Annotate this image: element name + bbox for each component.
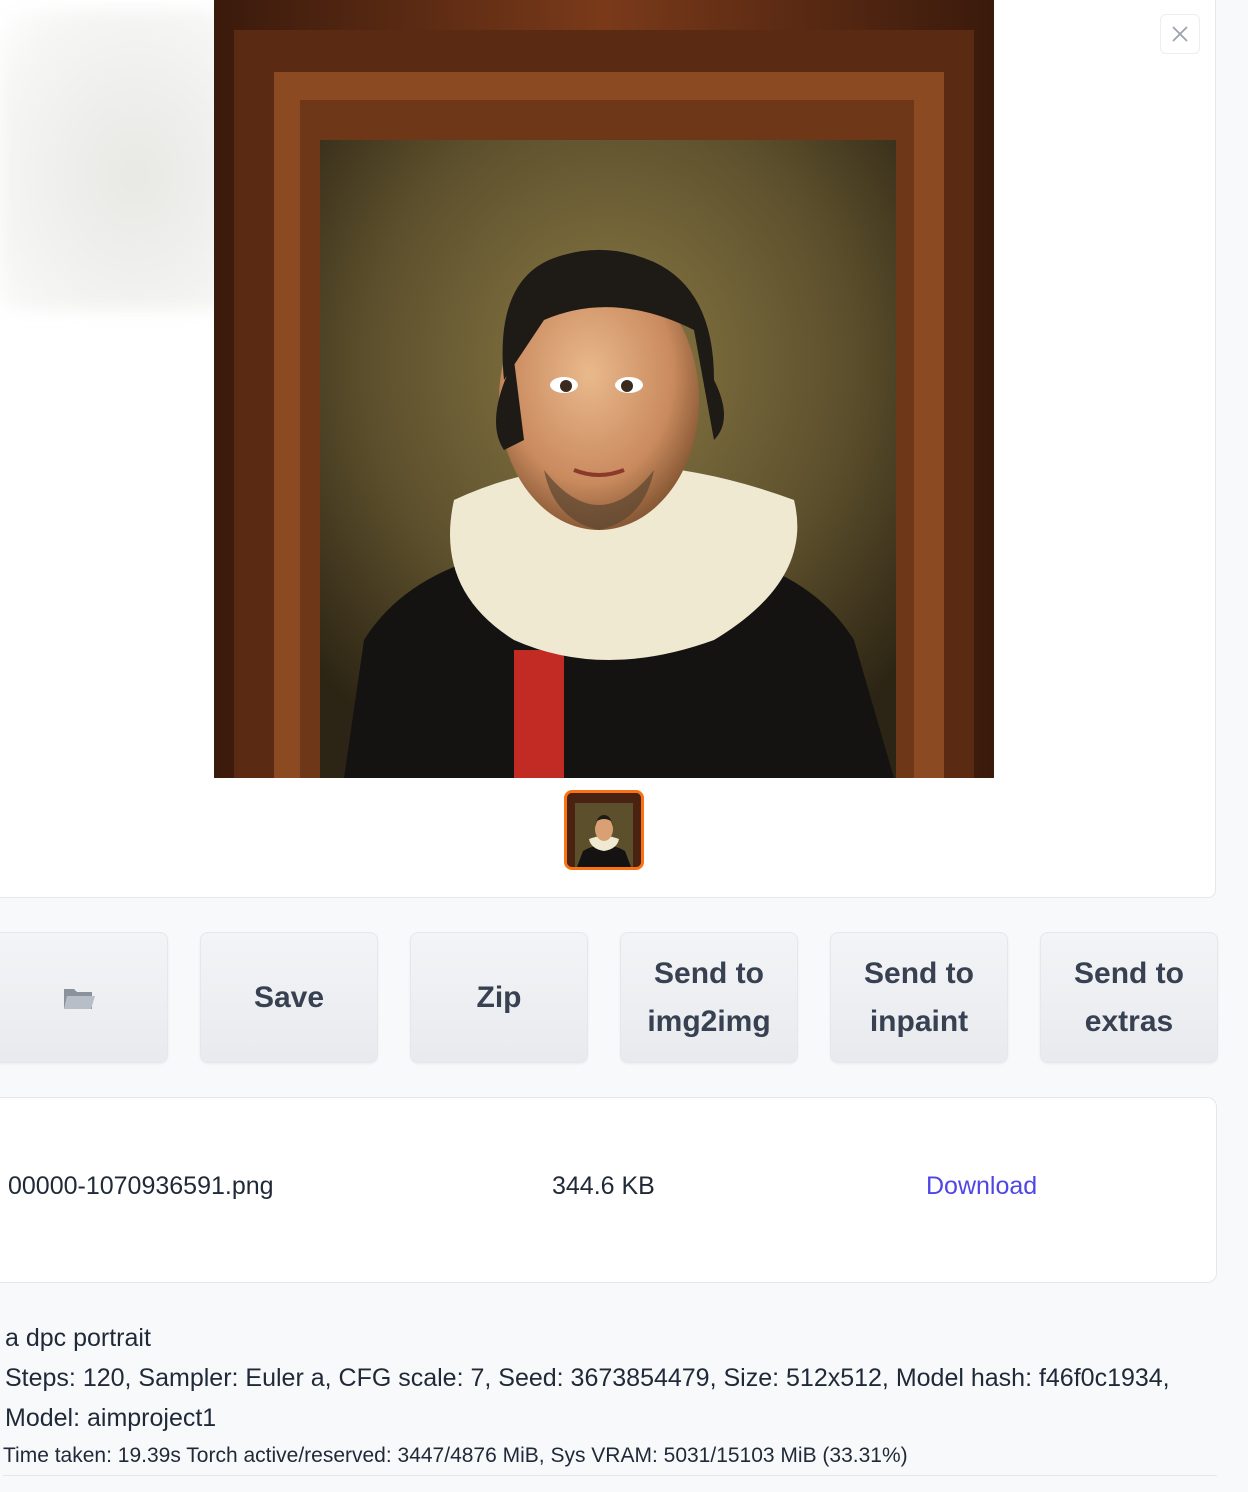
portrait-painting [214, 0, 994, 778]
send-to-img2img-label: Send to img2img [647, 956, 771, 1038]
save-button[interactable]: Save [200, 932, 378, 1063]
blurred-preview [0, 10, 225, 310]
send-to-extras-button[interactable]: Send to extras [1040, 932, 1218, 1063]
save-button-label: Save [253, 980, 325, 1014]
file-name: 00000-1070936591.png [8, 1172, 274, 1200]
open-folder-button[interactable] [0, 932, 168, 1063]
generation-params: Steps: 120, Sampler: Euler a, CFG scale:… [5, 1364, 1170, 1432]
send-to-inpaint-button[interactable]: Send to inpaint [830, 932, 1008, 1063]
close-icon [1172, 26, 1188, 42]
generation-info: a dpc portrait Steps: 120, Sampler: Eule… [5, 1318, 1215, 1438]
send-to-extras-label: Send to extras [1074, 956, 1184, 1038]
main-image[interactable] [214, 0, 994, 778]
send-to-img2img-button[interactable]: Send to img2img [620, 932, 798, 1063]
send-to-inpaint-label: Send to inpaint [864, 956, 974, 1038]
prompt-text: a dpc portrait [5, 1324, 151, 1352]
download-link[interactable]: Download [926, 1172, 1037, 1201]
performance-info: Time taken: 19.39s Torch active/reserved… [3, 1440, 1217, 1476]
zip-button[interactable]: Zip [410, 932, 588, 1063]
thumbnail-image [567, 793, 641, 867]
close-button[interactable] [1160, 14, 1200, 54]
gallery-thumbnail[interactable] [564, 790, 644, 870]
folder-icon [64, 988, 95, 1009]
zip-button-label: Zip [476, 980, 522, 1014]
image-gallery [0, 0, 1216, 898]
file-size: 344.6 KB [552, 1172, 655, 1200]
